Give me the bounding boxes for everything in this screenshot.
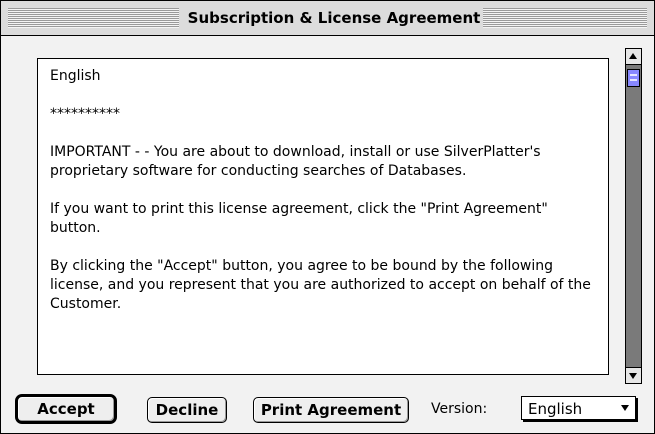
version-label: Version: <box>431 401 488 417</box>
license-document: English ********** IMPORTANT - - You are… <box>38 59 608 322</box>
arrow-up-icon <box>629 53 637 59</box>
title-bar[interactable]: Subscription & License Agreement <box>1 1 654 36</box>
arrow-down-icon <box>629 373 637 379</box>
version-selected-value: English <box>528 400 583 418</box>
license-paragraph: By clicking the "Accept" button, you agr… <box>50 258 591 312</box>
chevron-down-icon <box>621 405 629 411</box>
license-paragraph: IMPORTANT - - You are about to download,… <box>50 144 541 179</box>
license-paragraph: English <box>50 68 101 84</box>
window-title: Subscription & License Agreement <box>179 8 489 28</box>
license-paragraph: If you want to print this license agreem… <box>50 201 548 236</box>
accept-button[interactable]: Accept <box>15 394 117 424</box>
license-paragraph: ********** <box>50 106 120 122</box>
scroll-down-button[interactable] <box>626 367 641 383</box>
license-dialog: Subscription & License Agreement English… <box>0 0 655 434</box>
vertical-scrollbar[interactable] <box>625 48 642 384</box>
version-select[interactable]: English <box>521 396 636 420</box>
decline-button[interactable]: Decline <box>147 397 227 423</box>
print-agreement-button[interactable]: Print Agreement <box>253 397 409 423</box>
title-stripes-right <box>483 8 647 28</box>
scroll-thumb[interactable] <box>627 69 640 87</box>
scroll-up-button[interactable] <box>626 49 641 65</box>
license-text-area[interactable]: English ********** IMPORTANT - - You are… <box>37 58 609 375</box>
title-stripes-left <box>8 8 180 28</box>
